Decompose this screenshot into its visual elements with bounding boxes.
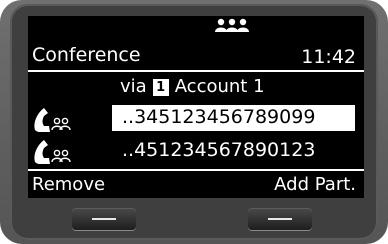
handset-with-people-icon — [34, 140, 71, 164]
softkey-divider — [28, 169, 364, 171]
right-softkey-button[interactable] — [248, 208, 312, 230]
handset-with-people-icon — [34, 108, 71, 132]
header-divider — [28, 70, 364, 72]
screen-title: Conference — [32, 44, 141, 66]
account-line: via 1 Account 1 — [120, 76, 265, 98]
account-name: Account 1 — [174, 76, 265, 97]
key-bar-icon — [92, 218, 116, 220]
softkey-add-participant-label: Add Part. — [274, 174, 356, 195]
softkey-remove-label: Remove — [32, 174, 106, 195]
key-bar-icon — [268, 218, 292, 220]
participant-number[interactable]: ..451234567890123 — [122, 138, 315, 162]
conference-group-icon — [215, 18, 249, 32]
left-softkey-button[interactable] — [72, 208, 136, 230]
via-label: via — [120, 76, 147, 97]
account-number-badge: 1 — [152, 78, 169, 96]
clock: 11:42 — [301, 46, 356, 68]
display-screen: Conference 11:42 via 1 Account 1 ..34512… — [28, 16, 364, 198]
participant-number-selected[interactable]: ..345123456789099 — [112, 105, 355, 131]
phone-device: Conference 11:42 via 1 Account 1 ..34512… — [0, 0, 388, 244]
